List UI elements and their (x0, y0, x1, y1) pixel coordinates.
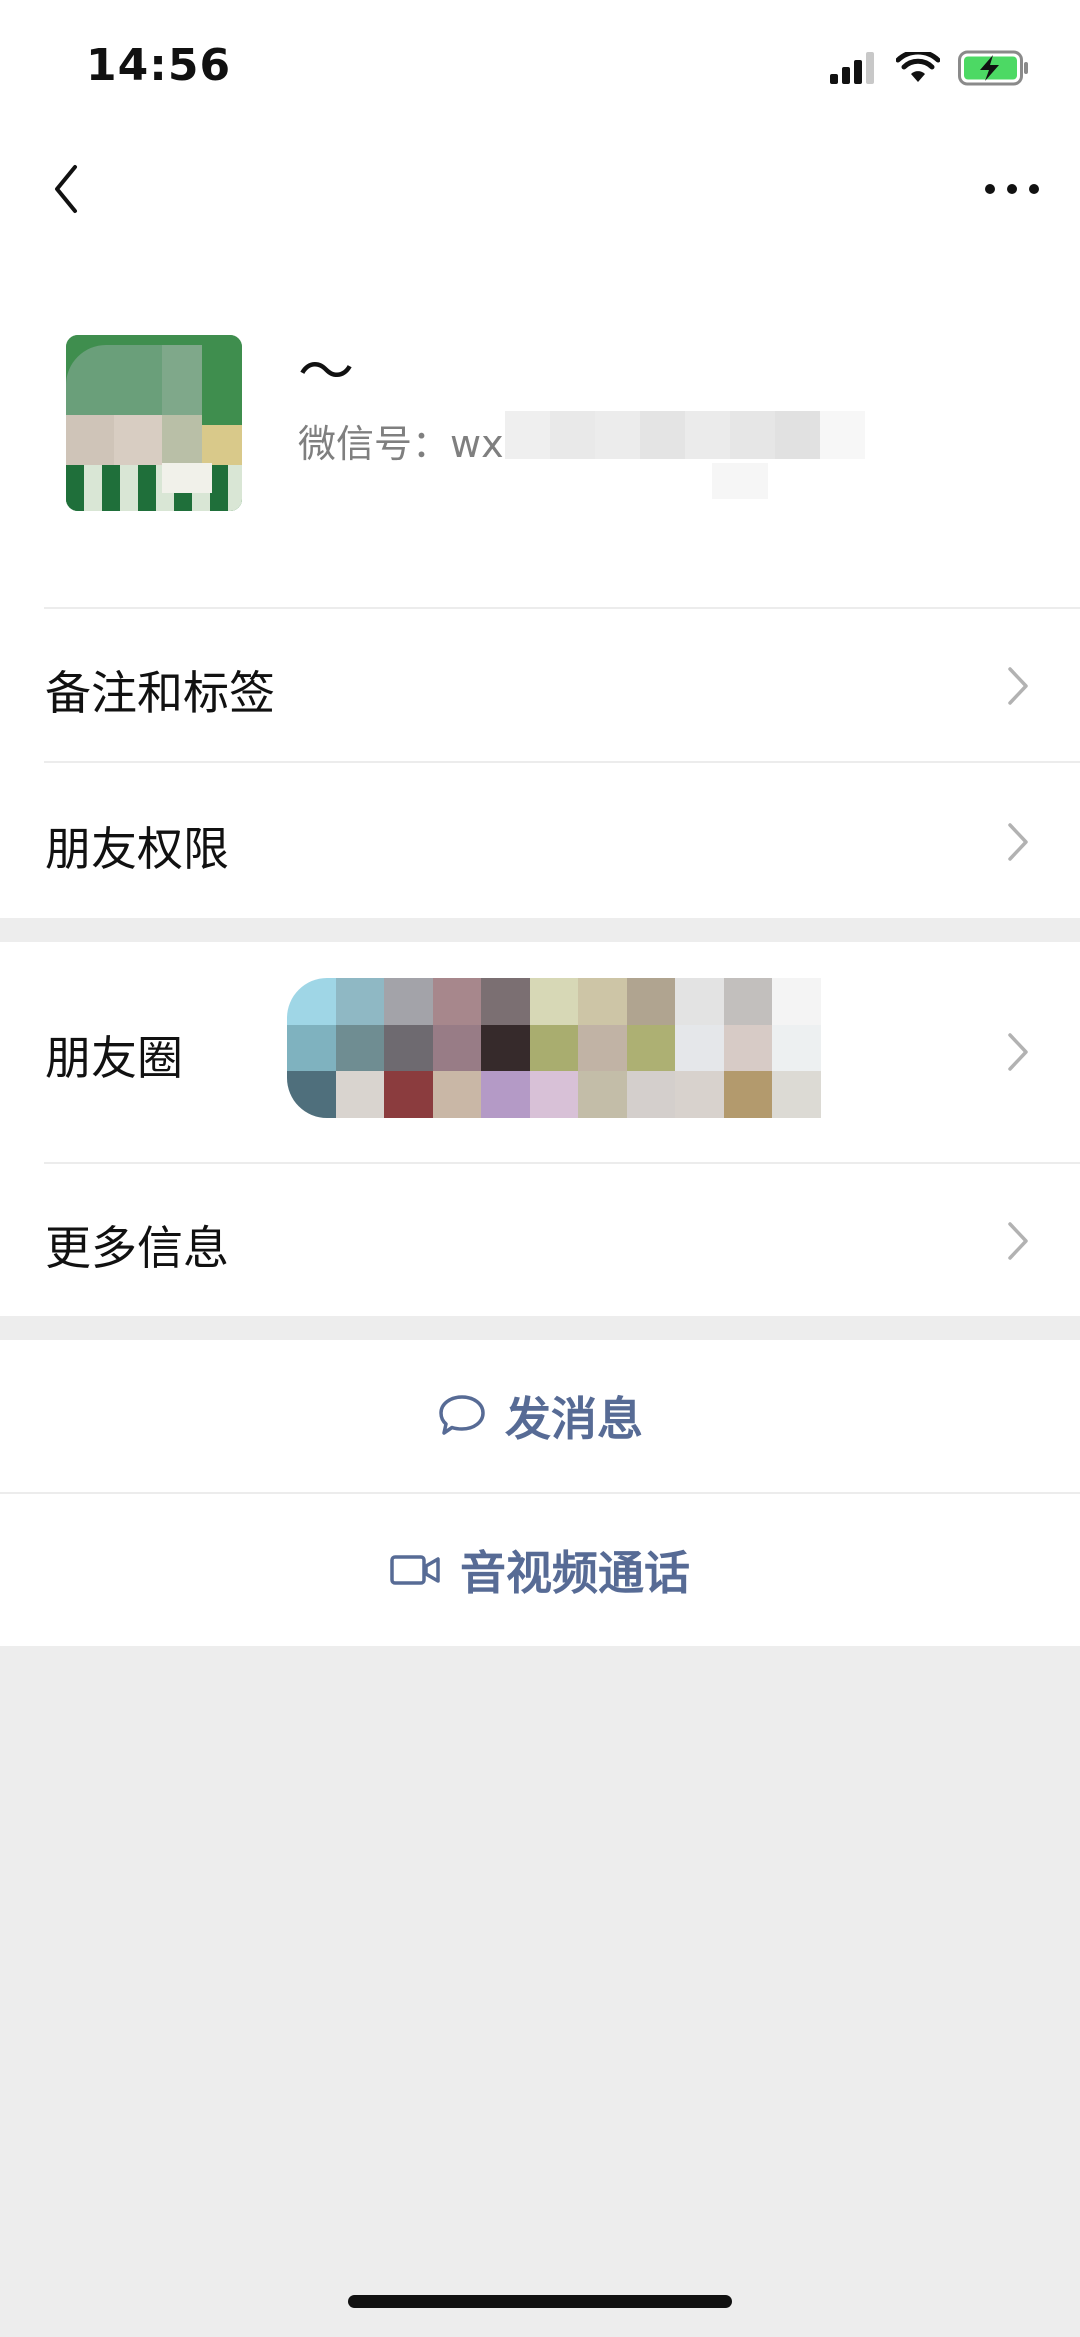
status-icons (830, 48, 1030, 88)
chevron-right-icon (1008, 1033, 1028, 1071)
status-time: 14:56 (86, 40, 232, 91)
voice-video-call-content: 音视频通话 (0, 1494, 1080, 1646)
send-message-button[interactable]: 发消息 (0, 1340, 1080, 1492)
voice-video-call-label: 音视频通话 (460, 1546, 690, 1600)
moments-label: 朋友圈 (45, 1031, 183, 1085)
video-camera-icon (390, 1555, 440, 1585)
remarks-tags-label: 备注和标签 (45, 666, 275, 720)
nickname: ～ (298, 340, 354, 405)
cellular-signal-icon (830, 52, 874, 84)
chat-bubble-icon (439, 1395, 485, 1435)
battery-charging-icon (958, 50, 1028, 86)
friend-permissions-row[interactable]: 朋友权限 (0, 763, 1080, 918)
friend-permissions-label: 朋友权限 (45, 822, 229, 876)
ellipsis-icon (985, 184, 1039, 194)
status-bar: 14:56 (0, 0, 1080, 135)
wechat-id-mosaic (505, 411, 865, 459)
chevron-left-icon (55, 165, 77, 213)
wifi-icon (896, 52, 940, 82)
chevron-right-icon (1008, 1222, 1028, 1260)
more-info-row[interactable]: 更多信息 (0, 1164, 1080, 1316)
wechat-id: 微信号：wx (298, 422, 504, 466)
chevron-right-icon (1008, 667, 1028, 705)
nav-bar (0, 135, 1080, 245)
remarks-tags-row[interactable]: 备注和标签 (0, 609, 1080, 761)
home-indicator[interactable] (348, 2295, 732, 2308)
back-button[interactable] (36, 159, 96, 219)
send-message-label: 发消息 (505, 1392, 643, 1446)
avatar[interactable] (66, 335, 242, 511)
chevron-right-icon (1008, 823, 1028, 861)
moments-row[interactable]: 朋友圈 (0, 942, 1080, 1162)
profile-header: ～ 微信号：wx (0, 245, 1080, 608)
send-message-content: 发消息 (0, 1340, 1080, 1492)
wechat-id-mosaic-tail (712, 463, 768, 499)
moments-thumbnails (287, 978, 869, 1118)
more-info-label: 更多信息 (45, 1221, 229, 1275)
moments-section: 朋友圈 更多信息 (0, 942, 1080, 1316)
more-button[interactable] (972, 159, 1052, 219)
voice-video-call-button[interactable]: 音视频通话 (0, 1494, 1080, 1646)
